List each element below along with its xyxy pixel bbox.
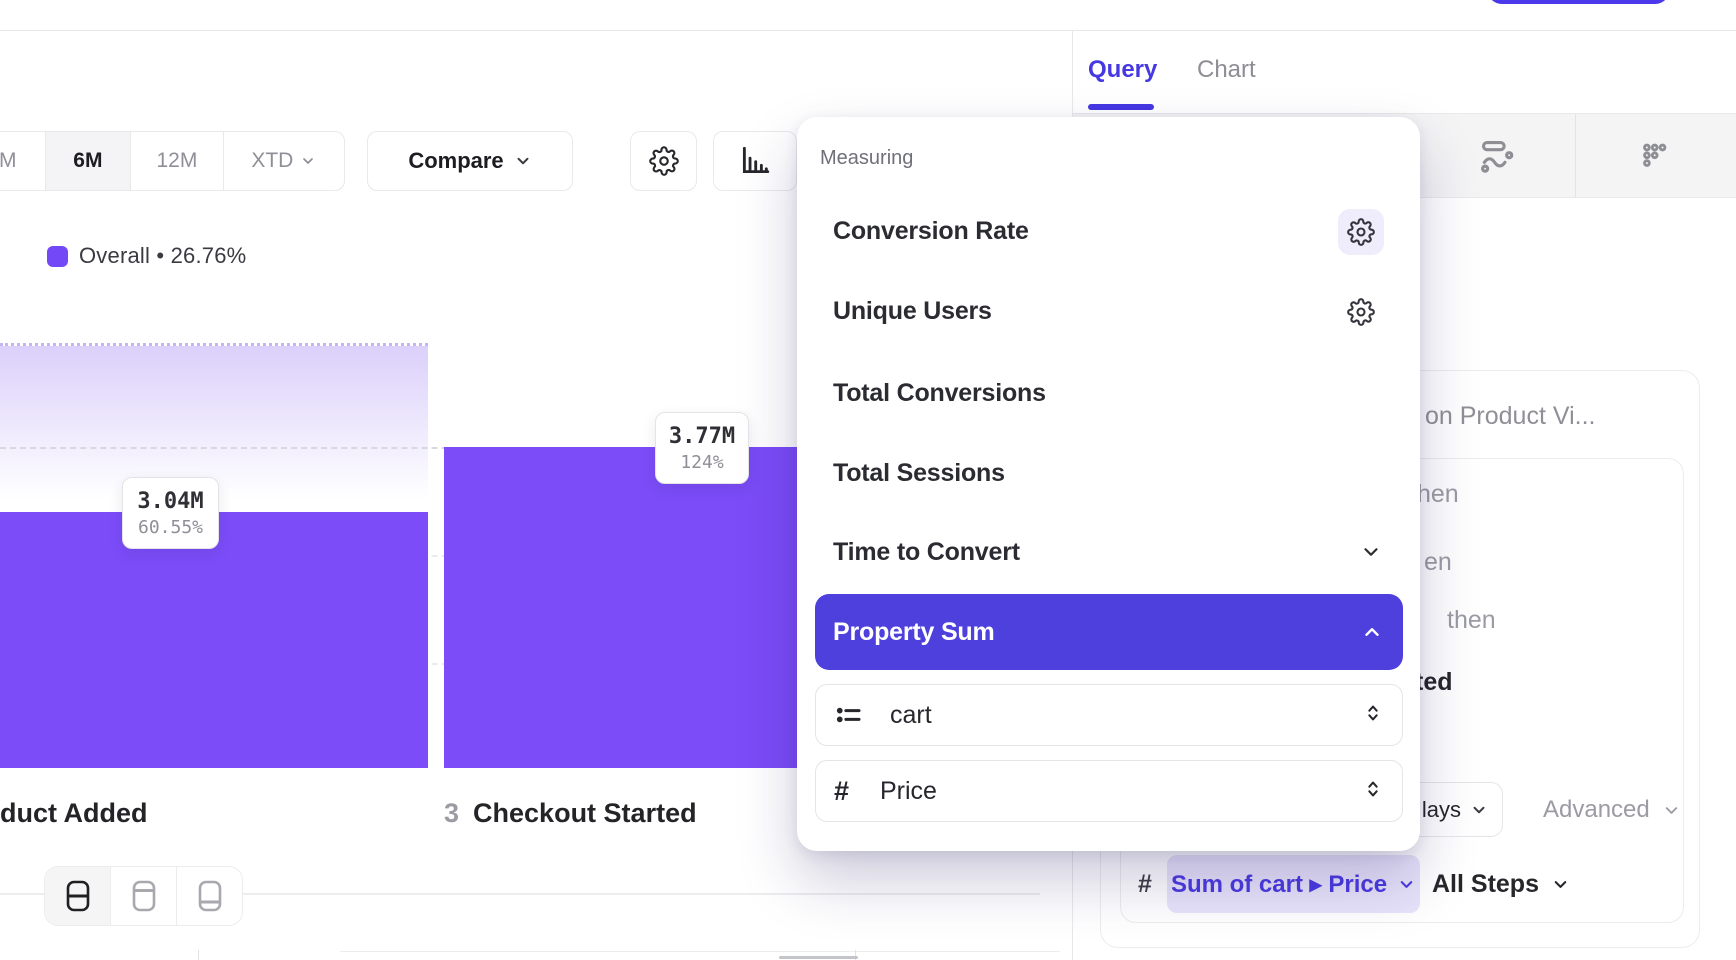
layout-rows-icon bbox=[65, 879, 91, 913]
bar-2-rate: 124% bbox=[680, 452, 723, 473]
bar-1-value-tooltip: 3.04M 60.55% bbox=[122, 477, 219, 549]
step-fragment: ted bbox=[1415, 668, 1453, 697]
compare-button[interactable]: Compare bbox=[367, 131, 573, 191]
step-2-number: 3 bbox=[444, 798, 459, 829]
measuring-dropdown: Measuring Conversion Rate Unique Users T… bbox=[797, 117, 1420, 851]
sum-of-cart-price-chip[interactable]: Sum of cart ▸ Price bbox=[1167, 855, 1420, 913]
time-range-m[interactable]: M bbox=[0, 132, 46, 190]
legend-separator: • bbox=[156, 243, 164, 268]
divider bbox=[779, 956, 858, 959]
sum-chip-label: Sum of cart ▸ Price bbox=[1171, 870, 1387, 899]
steps-card-title: on Product Vi... bbox=[1425, 402, 1595, 431]
chevron-down-icon bbox=[1662, 801, 1681, 820]
dots-chart-type-button[interactable] bbox=[1637, 139, 1671, 178]
time-range-xtd[interactable]: XTD bbox=[224, 132, 344, 190]
legend-swatch bbox=[47, 246, 68, 267]
cart-field-value: cart bbox=[890, 701, 932, 730]
gear-icon bbox=[1347, 218, 1375, 246]
chevron-down-icon bbox=[1397, 875, 1416, 894]
chevron-down-icon bbox=[514, 152, 532, 170]
bar-2-value-tooltip: 3.77M 124% bbox=[655, 412, 749, 484]
time-range-m-label: M bbox=[0, 149, 17, 173]
divider bbox=[1575, 114, 1576, 197]
menu-item-total-conversions[interactable]: Total Conversions bbox=[833, 379, 1046, 408]
numeric-property-icon: # bbox=[1138, 870, 1152, 899]
dots-grid-icon bbox=[1637, 139, 1671, 173]
gear-icon bbox=[1347, 298, 1375, 326]
bar-1-value: 3.04M bbox=[137, 489, 203, 514]
select-arrows-icon bbox=[1362, 702, 1384, 729]
menu-item-unique-users[interactable]: Unique Users bbox=[833, 297, 992, 326]
step-fragment: then bbox=[1447, 606, 1496, 635]
property-sum-event-select[interactable]: cart bbox=[815, 684, 1403, 746]
time-range-12m-label: 12M bbox=[156, 149, 197, 173]
time-range-xtd-label: XTD bbox=[251, 149, 293, 173]
all-steps-label: All Steps bbox=[1432, 870, 1539, 899]
analytics-funnel-screen: M 6M 12M XTD Compare Overall • 26.76% 3.… bbox=[0, 0, 1736, 960]
layout-toggle-group bbox=[44, 866, 243, 926]
unique-users-settings-button[interactable] bbox=[1338, 289, 1384, 335]
tab-query[interactable]: Query bbox=[1088, 56, 1157, 84]
conversion-rate-settings-button[interactable] bbox=[1338, 209, 1384, 255]
menu-item-property-sum-selected[interactable]: Property Sum bbox=[815, 594, 1403, 670]
advanced-label: Advanced bbox=[1543, 796, 1650, 824]
property-sum-label: Property Sum bbox=[833, 618, 995, 647]
chevron-down-icon bbox=[300, 153, 316, 169]
all-steps-dropdown[interactable]: All Steps bbox=[1432, 870, 1570, 899]
gear-icon bbox=[649, 146, 679, 176]
step-2-name: Checkout Started bbox=[473, 798, 697, 829]
layout-split-horizontal-button[interactable] bbox=[45, 867, 111, 925]
time-range-control: M 6M 12M XTD bbox=[0, 131, 345, 191]
step-1-label: duct Added bbox=[0, 798, 148, 829]
tab-query-label: Query bbox=[1088, 56, 1157, 83]
property-sum-property-select[interactable]: # Price bbox=[815, 760, 1403, 822]
legend-overall-rate: 26.76% bbox=[171, 243, 247, 268]
time-range-6m-label: 6M bbox=[73, 149, 102, 173]
divider bbox=[243, 893, 1040, 895]
measuring-title: Measuring bbox=[820, 147, 913, 170]
layout-top-icon bbox=[131, 879, 157, 913]
menu-item-time-to-convert[interactable]: Time to Convert bbox=[833, 538, 1020, 567]
menu-item-conversion-rate[interactable]: Conversion Rate bbox=[833, 217, 1029, 246]
menu-item-total-sessions[interactable]: Total Sessions bbox=[833, 459, 1005, 488]
chart-settings-button[interactable] bbox=[630, 131, 697, 191]
time-range-12m[interactable]: 12M bbox=[131, 132, 224, 190]
conversion-window-label: lays bbox=[1422, 797, 1461, 823]
active-tab-underline bbox=[1088, 104, 1154, 110]
select-arrows-icon bbox=[1362, 778, 1384, 805]
number-property-icon: # bbox=[834, 776, 864, 807]
chevron-up-icon bbox=[1361, 621, 1383, 643]
divider bbox=[340, 951, 1060, 952]
chevron-down-icon[interactable] bbox=[1360, 541, 1382, 568]
price-field-value: Price bbox=[880, 777, 937, 806]
time-range-6m[interactable]: 6M bbox=[46, 132, 132, 190]
flows-icon bbox=[1478, 137, 1516, 175]
layout-top-panel-button[interactable] bbox=[111, 867, 177, 925]
flow-chart-type-button[interactable] bbox=[1478, 137, 1516, 180]
tab-chart[interactable]: Chart bbox=[1197, 56, 1256, 84]
primary-action-button[interactable] bbox=[1487, 0, 1670, 4]
divider bbox=[198, 950, 199, 960]
compare-label: Compare bbox=[408, 148, 503, 174]
top-bar bbox=[0, 0, 1736, 31]
advanced-button[interactable]: Advanced bbox=[1543, 796, 1681, 824]
bar-1-rate: 60.55% bbox=[138, 517, 203, 538]
divider bbox=[0, 893, 44, 895]
layout-bottom-icon bbox=[197, 879, 223, 913]
step-2-label: 3 Checkout Started bbox=[444, 798, 697, 829]
chart-legend: Overall • 26.76% bbox=[47, 243, 246, 269]
funnel-bar-1[interactable] bbox=[0, 512, 428, 768]
bar-chart-icon bbox=[738, 144, 772, 178]
step-fragment: hen bbox=[1417, 480, 1459, 509]
layout-bottom-panel-button[interactable] bbox=[177, 867, 242, 925]
list-property-icon bbox=[834, 700, 864, 730]
chart-type-button[interactable] bbox=[713, 131, 797, 191]
bar-2-value: 3.77M bbox=[669, 424, 735, 449]
tab-chart-label: Chart bbox=[1197, 56, 1256, 83]
chevron-down-icon bbox=[1470, 801, 1488, 819]
step-1-name: duct Added bbox=[0, 798, 148, 829]
legend-label: Overall bbox=[79, 243, 150, 268]
step-fragment: en bbox=[1424, 548, 1452, 577]
chevron-down-icon bbox=[1551, 875, 1570, 894]
